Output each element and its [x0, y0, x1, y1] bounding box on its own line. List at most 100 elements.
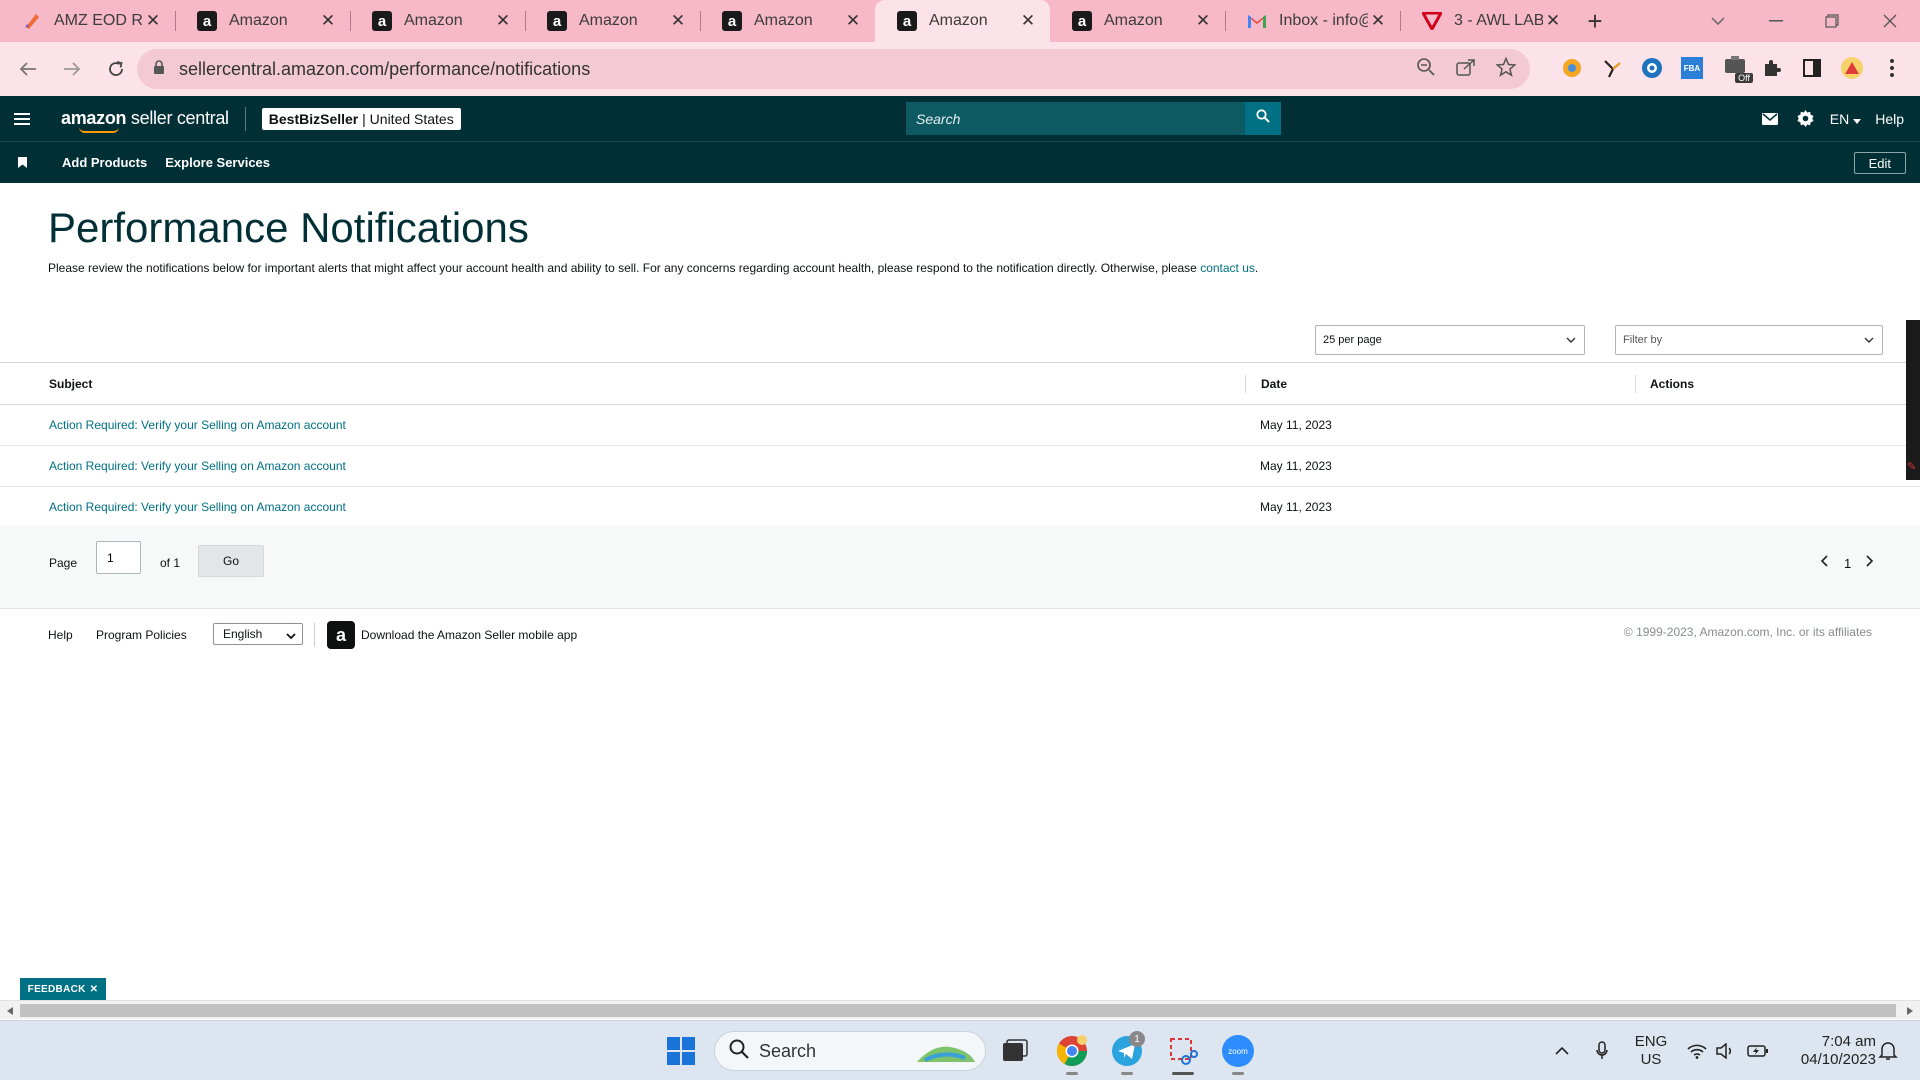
share-icon[interactable]	[1456, 58, 1476, 81]
chrome-icon[interactable]	[1052, 1031, 1092, 1071]
off-extension-icon[interactable]: Off	[1722, 54, 1754, 83]
close-icon[interactable]: ✕	[1543, 11, 1563, 31]
scroll-left-arrow-icon[interactable]	[3, 1004, 17, 1017]
browser-tab[interactable]: a Amazon ✕	[175, 0, 350, 42]
browser-tab[interactable]: a Amazon ✕	[350, 0, 525, 42]
filter-by-select[interactable]: Filter by	[1615, 325, 1883, 355]
zoom-out-icon[interactable]	[1416, 57, 1436, 82]
help-link[interactable]: Help	[1875, 111, 1920, 127]
nav-explore-services[interactable]: Explore Services	[165, 155, 270, 170]
horizontal-scrollbar[interactable]	[0, 1000, 1920, 1019]
notification-subject-link[interactable]: Action Required: Verify your Selling on …	[49, 500, 346, 514]
extensions-puzzle-icon[interactable]	[1758, 54, 1786, 82]
forward-button[interactable]	[52, 49, 92, 89]
minimize-button[interactable]	[1752, 0, 1800, 42]
telegram-icon[interactable]: 1	[1107, 1031, 1147, 1071]
snipping-tool-icon[interactable]	[1163, 1031, 1203, 1071]
taskbar-search[interactable]	[714, 1031, 986, 1071]
close-icon[interactable]: ✕	[90, 984, 99, 995]
close-window-button[interactable]	[1866, 0, 1914, 42]
close-icon[interactable]: ✕	[668, 11, 688, 31]
download-app-link[interactable]: Download the Amazon Seller mobile app	[361, 628, 577, 642]
tab-search-chevron-icon[interactable]	[1694, 0, 1742, 42]
browser-tab[interactable]: 3 - AWL LABE ✕	[1400, 0, 1575, 42]
nav-add-products[interactable]: Add Products	[62, 155, 147, 170]
next-page-icon[interactable]	[1866, 555, 1874, 570]
hamburger-menu-icon[interactable]	[0, 96, 44, 141]
browser-tab[interactable]: a Amazon ✕	[525, 0, 700, 42]
windows-taskbar: 1 zoom ENG US 7:04 am 04/10/2023	[0, 1020, 1920, 1080]
show-hidden-icons-chevron[interactable]	[1550, 1021, 1574, 1080]
clock[interactable]: 7:04 am 04/10/2023	[1780, 1021, 1876, 1080]
color-extension-icon[interactable]	[1558, 54, 1586, 82]
app-running-indicator	[1232, 1072, 1244, 1075]
tab-title: Inbox - info@	[1279, 12, 1368, 29]
previous-page-icon[interactable]	[1820, 555, 1828, 570]
side-drawer-handle[interactable]: ✎	[1906, 320, 1920, 480]
table-header: Subject Date Actions	[0, 363, 1920, 405]
footer-program-policies-link[interactable]: Program Policies	[96, 628, 187, 642]
close-icon[interactable]: ✕	[843, 11, 863, 31]
footer-help-link[interactable]: Help	[48, 628, 73, 642]
close-icon[interactable]: ✕	[493, 11, 513, 31]
profile-avatar[interactable]	[1838, 54, 1866, 82]
edit-button[interactable]: Edit	[1853, 152, 1906, 174]
notification-date: May 11, 2023	[1260, 459, 1332, 473]
scrollbar-thumb[interactable]	[20, 1004, 1896, 1017]
notification-subject-link[interactable]: Action Required: Verify your Selling on …	[49, 459, 346, 473]
contact-us-link[interactable]: contact us	[1200, 261, 1255, 275]
copyright-text: © 1999-2023, Amazon.com, Inc. or its aff…	[1623, 625, 1872, 639]
bookmark-icon[interactable]	[0, 157, 44, 168]
restore-button[interactable]	[1808, 0, 1856, 42]
chevron-down-icon	[1864, 334, 1874, 346]
current-page-number: 1	[1844, 556, 1852, 571]
search-button[interactable]	[1245, 102, 1281, 135]
settings-gear-icon[interactable]	[1788, 96, 1824, 141]
close-icon[interactable]: ✕	[143, 11, 163, 31]
language-switcher[interactable]: EN	[1824, 111, 1875, 127]
zoom-icon[interactable]: zoom	[1218, 1031, 1258, 1071]
browser-tab-active[interactable]: a Amazon ✕	[875, 0, 1050, 42]
account-switcher[interactable]: BestBizSeller | United States	[261, 107, 461, 130]
seller-search-input[interactable]	[906, 102, 1245, 135]
close-icon[interactable]: ✕	[318, 11, 338, 31]
address-bar[interactable]: sellercentral.amazon.com/performance/not…	[137, 49, 1530, 89]
close-icon[interactable]: ✕	[1018, 11, 1038, 31]
feedback-button[interactable]: FEEDBACK ✕	[20, 978, 106, 1000]
close-icon[interactable]: ✕	[1193, 11, 1213, 31]
browser-menu-icon[interactable]	[1878, 54, 1906, 82]
network-extension-icon[interactable]	[1638, 54, 1666, 82]
reload-button[interactable]	[96, 49, 136, 89]
close-icon[interactable]: ✕	[1368, 11, 1388, 31]
task-view-icon[interactable]	[995, 1031, 1035, 1071]
battery-icon[interactable]	[1744, 1021, 1772, 1080]
new-tab-button[interactable]: +	[1575, 0, 1615, 42]
taskbar-search-input[interactable]	[759, 1040, 909, 1062]
windows-start-icon[interactable]	[661, 1031, 701, 1071]
scroll-right-arrow-icon[interactable]	[1903, 1004, 1917, 1017]
input-language-indicator[interactable]: ENG US	[1628, 1021, 1674, 1080]
column-subject[interactable]: Subject	[49, 377, 92, 391]
browser-tab[interactable]: a Amazon ✕	[1050, 0, 1225, 42]
fba-extension-icon[interactable]: FBA	[1678, 54, 1706, 82]
notification-subject-link[interactable]: Action Required: Verify your Selling on …	[49, 418, 346, 432]
seller-central-logo[interactable]: amazon seller central	[61, 108, 229, 133]
browser-tab[interactable]: Inbox - info@ ✕	[1225, 0, 1400, 42]
go-button[interactable]: Go	[198, 545, 264, 577]
bookmark-star-icon[interactable]	[1495, 56, 1517, 82]
mail-icon[interactable]	[1752, 96, 1788, 141]
back-button[interactable]	[8, 49, 48, 89]
browser-tab[interactable]: a Amazon ✕	[700, 0, 875, 42]
footer-language-select[interactable]: English	[213, 623, 303, 645]
volume-icon[interactable]	[1713, 1021, 1739, 1080]
browser-tab[interactable]: AMZ EOD Rep ✕	[0, 0, 175, 42]
side-panel-icon[interactable]	[1798, 54, 1826, 82]
microphone-icon[interactable]	[1590, 1021, 1614, 1080]
page-number-input[interactable]	[96, 541, 141, 574]
column-date[interactable]: Date	[1261, 377, 1287, 391]
wifi-icon[interactable]	[1684, 1021, 1710, 1080]
pen-extension-icon[interactable]	[1598, 54, 1626, 82]
notifications-icon[interactable]	[1872, 1021, 1904, 1080]
header-divider	[244, 106, 246, 131]
per-page-select[interactable]: 25 per page	[1315, 325, 1585, 355]
